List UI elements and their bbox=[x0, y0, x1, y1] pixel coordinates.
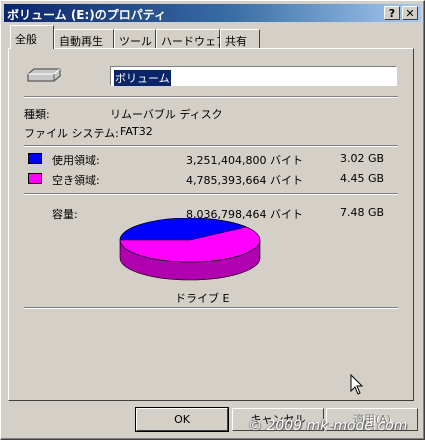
close-icon: ✕ bbox=[405, 7, 415, 20]
divider bbox=[24, 96, 398, 98]
free-space-label: 空き領域: bbox=[52, 174, 100, 187]
filesystem-label: ファイル システム: bbox=[24, 127, 119, 140]
tab-autoplay[interactable]: 自動再生 bbox=[54, 29, 114, 48]
used-space-size: 3.02 GB bbox=[340, 152, 385, 165]
free-space-bytes: 4,785,393,664 バイト bbox=[186, 174, 303, 187]
tab-general[interactable]: 全般 bbox=[10, 25, 54, 49]
used-space-bytes: 3,251,404,800 バイト bbox=[186, 154, 303, 167]
divider bbox=[24, 307, 398, 309]
removable-drive-icon bbox=[27, 68, 61, 82]
type-label: 種類: bbox=[24, 108, 50, 121]
capacity-label: 容量: bbox=[52, 208, 78, 221]
divider bbox=[24, 145, 398, 147]
used-space-label: 使用領域: bbox=[52, 154, 100, 167]
help-button[interactable]: ? bbox=[384, 6, 400, 20]
watermark: © 2009 mk-mode.com bbox=[248, 418, 408, 434]
close-button[interactable]: ✕ bbox=[402, 6, 418, 20]
title-bar[interactable]: ボリューム (E:)のプロパティ ? ✕ bbox=[4, 4, 421, 22]
tab-hardware[interactable]: ハードウェア bbox=[156, 29, 227, 48]
free-space-swatch bbox=[28, 173, 42, 184]
disk-usage-pie bbox=[119, 218, 261, 281]
type-value: リムーバブル ディスク bbox=[110, 108, 223, 121]
ok-button[interactable]: OK bbox=[135, 407, 229, 432]
divider bbox=[24, 193, 398, 195]
tab-sharing[interactable]: 共有 bbox=[220, 29, 260, 48]
tab-tools[interactable]: ツール bbox=[114, 29, 156, 48]
volume-name-input[interactable]: ボリューム bbox=[110, 66, 397, 86]
free-space-size: 4.45 GB bbox=[340, 172, 385, 185]
filesystem-value: FAT32 bbox=[120, 125, 153, 138]
window-title: ボリューム (E:)のプロパティ bbox=[7, 8, 167, 22]
drive-label: ドライブ E bbox=[175, 292, 230, 305]
used-space-swatch bbox=[28, 153, 42, 164]
mouse-cursor-icon bbox=[350, 374, 364, 395]
capacity-size: 7.48 GB bbox=[340, 206, 385, 219]
